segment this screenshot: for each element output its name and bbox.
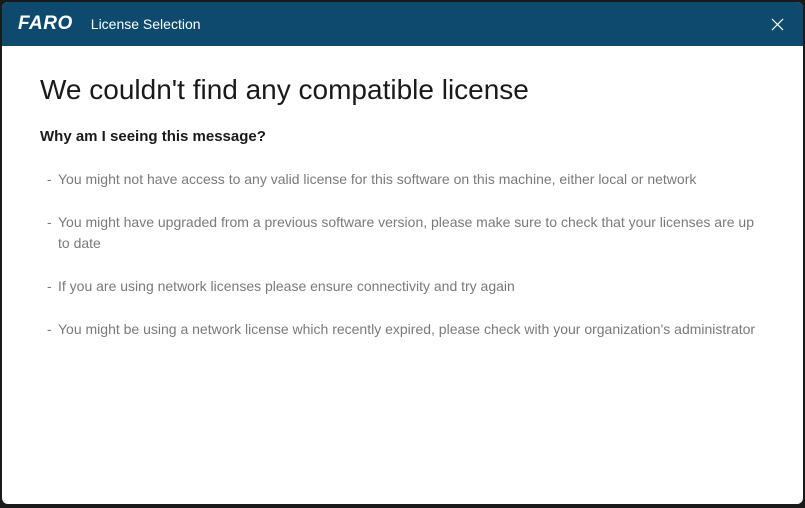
- close-button[interactable]: [763, 10, 791, 38]
- dialog-content: We couldn't find any compatible license …: [2, 46, 803, 504]
- reason-item: You might be using a network license whi…: [40, 319, 765, 340]
- license-dialog: FARO License Selection We couldn't find …: [2, 2, 803, 504]
- close-icon: [771, 18, 784, 31]
- reason-item: You might have upgraded from a previous …: [40, 212, 765, 254]
- subheading: Why am I seeing this message?: [40, 128, 765, 145]
- dialog-title: License Selection: [91, 16, 763, 32]
- heading: We couldn't find any compatible license: [40, 74, 765, 106]
- reason-item: If you are using network licenses please…: [40, 276, 765, 297]
- reasons-list: You might not have access to any valid l…: [40, 169, 765, 340]
- faro-logo: FARO: [18, 13, 73, 35]
- reason-item: You might not have access to any valid l…: [40, 169, 765, 190]
- titlebar: FARO License Selection: [2, 2, 803, 46]
